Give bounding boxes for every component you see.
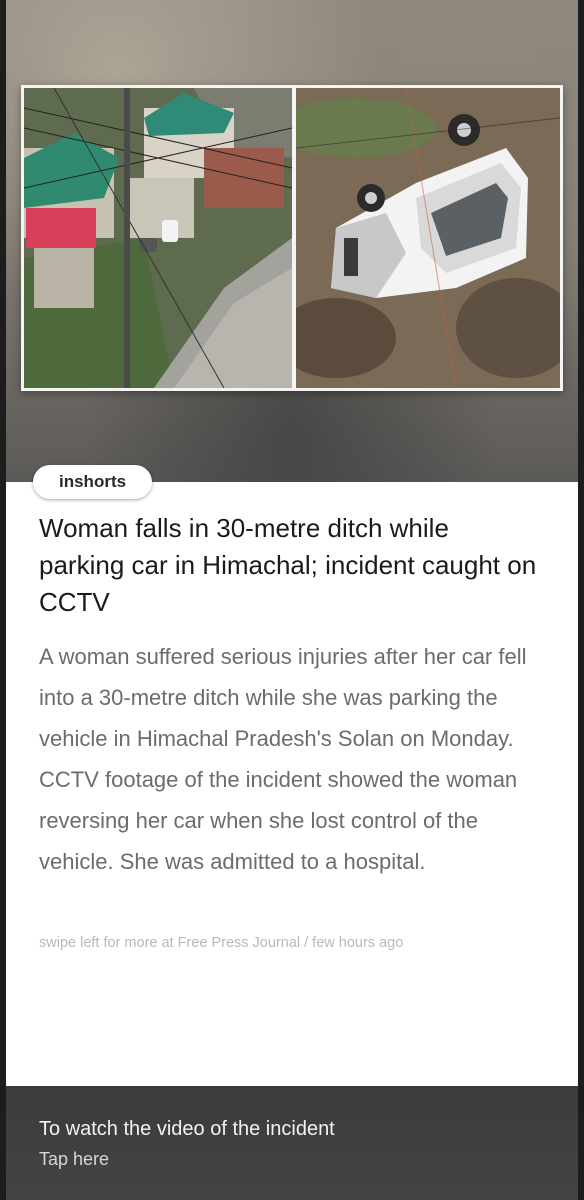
- article-card[interactable]: inshorts Woman falls in 30-metre ditch w…: [6, 465, 578, 1086]
- overturned-car-photo: [296, 88, 560, 388]
- watch-video-banner[interactable]: To watch the video of the incident Tap h…: [6, 1086, 578, 1200]
- tap-here-link[interactable]: Tap here: [39, 1149, 109, 1170]
- source-link[interactable]: swipe left for more at Free Press Journa…: [39, 935, 559, 951]
- banner-title: To watch the video of the incident: [39, 1118, 335, 1140]
- article-headline: Woman falls in 30-metre ditch while park…: [39, 513, 537, 617]
- article-body: A woman suffered serious injuries after …: [39, 644, 527, 874]
- inshorts-badge: inshorts: [33, 465, 153, 499]
- hero-image[interactable]: [21, 85, 563, 391]
- cctv-street-photo: [24, 88, 292, 388]
- story-screen: inshorts Woman falls in 30-metre ditch w…: [0, 0, 584, 1200]
- right-edge: [578, 0, 584, 1200]
